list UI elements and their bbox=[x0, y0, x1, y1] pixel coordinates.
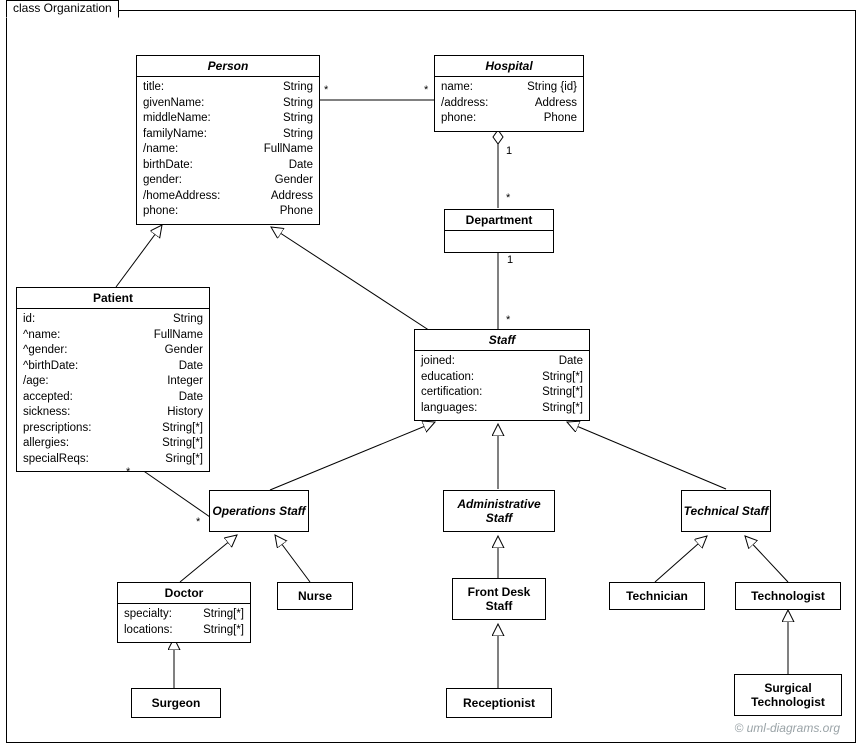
class-surgeon: Surgeon bbox=[131, 688, 221, 718]
class-surgeon-title: Surgeon bbox=[152, 696, 201, 710]
frame-label: class Organization bbox=[6, 0, 119, 18]
class-receptionist-title: Receptionist bbox=[463, 696, 535, 710]
class-staff: Staff joined:Date education:String[*] ce… bbox=[414, 329, 590, 421]
mult-dept-staff-1: 1 bbox=[507, 254, 513, 266]
mult-person-hospital-right: * bbox=[424, 84, 428, 96]
class-ops-staff-title: Operations Staff bbox=[212, 504, 305, 518]
class-department: Department bbox=[444, 209, 554, 253]
class-technologist-title: Technologist bbox=[751, 589, 825, 603]
class-tech-staff: Technical Staff bbox=[681, 490, 771, 532]
mult-hospital-dept-star: * bbox=[506, 192, 510, 204]
class-tech-staff-title: Technical Staff bbox=[684, 504, 769, 518]
class-person-title: Person bbox=[137, 56, 319, 77]
class-patient-title: Patient bbox=[17, 288, 209, 309]
mult-person-hospital-left: * bbox=[324, 84, 328, 96]
class-nurse: Nurse bbox=[277, 582, 353, 610]
class-staff-title: Staff bbox=[415, 330, 589, 351]
mult-patient-ops-right: * bbox=[196, 516, 200, 528]
class-admin-staff: Administrative Staff bbox=[443, 490, 555, 532]
class-person-body: title:String givenName:String middleName… bbox=[137, 77, 319, 224]
class-hospital: Hospital name:String {id} /address:Addre… bbox=[434, 55, 584, 132]
class-technologist: Technologist bbox=[735, 582, 841, 610]
class-person: Person title:String givenName:String mid… bbox=[136, 55, 320, 225]
mult-dept-staff-star: * bbox=[506, 314, 510, 326]
class-hospital-title: Hospital bbox=[435, 56, 583, 77]
class-doctor-title: Doctor bbox=[118, 583, 250, 604]
class-patient: Patient id:String ^name:FullName ^gender… bbox=[16, 287, 210, 472]
watermark: © uml-diagrams.org bbox=[734, 721, 840, 735]
class-technician: Technician bbox=[609, 582, 705, 610]
class-nurse-title: Nurse bbox=[298, 589, 332, 603]
class-doctor: Doctor specialty:String[*] locations:Str… bbox=[117, 582, 251, 643]
class-surg-tech: Surgical Technologist bbox=[734, 674, 842, 716]
mult-hospital-dept-1: 1 bbox=[506, 145, 512, 157]
class-ops-staff: Operations Staff bbox=[209, 490, 309, 532]
mult-patient-ops-left: * bbox=[126, 466, 130, 478]
class-technician-title: Technician bbox=[626, 589, 688, 603]
class-surg-tech-title: Surgical Technologist bbox=[735, 681, 841, 710]
class-admin-staff-title: Administrative Staff bbox=[444, 497, 554, 526]
class-hospital-body: name:String {id} /address:Address phone:… bbox=[435, 77, 583, 131]
class-frontdesk: Front Desk Staff bbox=[452, 578, 546, 620]
class-staff-body: joined:Date education:String[*] certific… bbox=[415, 351, 589, 420]
class-receptionist: Receptionist bbox=[446, 688, 552, 718]
class-frontdesk-title: Front Desk Staff bbox=[453, 585, 545, 614]
class-patient-body: id:String ^name:FullName ^gender:Gender … bbox=[17, 309, 209, 471]
class-department-title: Department bbox=[445, 210, 553, 231]
uml-canvas: class Organization bbox=[0, 0, 860, 747]
